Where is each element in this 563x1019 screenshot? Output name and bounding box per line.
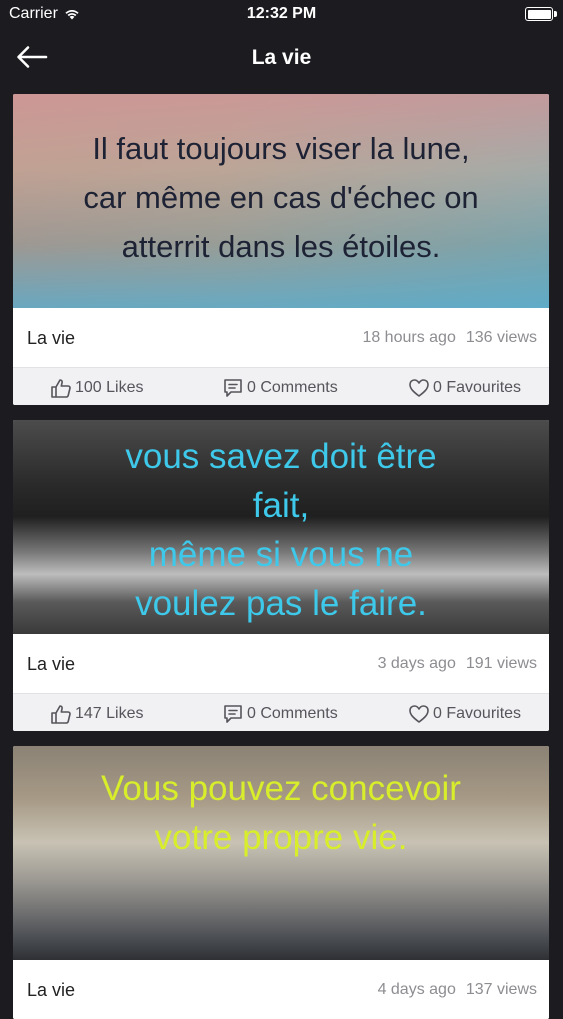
status-bar: Carrier 12:32 PM [0, 0, 563, 30]
favourites-count: 0 Favourites [433, 379, 522, 396]
views-count: 191 views [465, 655, 537, 672]
comments-count: 0 Comments [247, 379, 338, 396]
comment-icon [224, 705, 242, 723]
heart-icon [409, 379, 429, 397]
quote-card[interactable]: Vous pouvez concevoir votre propre vie. … [13, 746, 549, 1019]
battery-icon [525, 7, 557, 21]
card-meta: La vie 4 days ago 137 views [13, 960, 549, 1019]
comment-button[interactable]: 0 Comments [222, 703, 338, 725]
like-button[interactable]: 147 Likes [50, 703, 144, 725]
thumbs-up-icon [51, 705, 71, 724]
quote-card[interactable]: vous savez doit être fait, même si vous … [13, 420, 549, 731]
favourites-count: 0 Favourites [433, 705, 522, 722]
quote-image[interactable]: Il faut toujours viser la lune, car même… [13, 94, 549, 308]
card-actions: 100 Likes 0 Comments 0 Favourites [13, 367, 549, 405]
clock: 12:32 PM [246, 5, 317, 22]
quote-card[interactable]: Il faut toujours viser la lune, car même… [13, 94, 549, 405]
card-meta: La vie 18 hours ago 136 views [13, 308, 549, 367]
comment-button[interactable]: 0 Comments [222, 377, 338, 399]
heart-icon [409, 705, 429, 723]
likes-count: 147 Likes [75, 705, 144, 722]
quote-text: vous savez doit être fait, même si vous … [125, 437, 437, 623]
quote-image[interactable]: vous savez doit être fait, même si vous … [13, 420, 549, 634]
time-ago: 18 hours ago [362, 329, 456, 346]
post-stats: 18 hours ago 136 views [362, 329, 537, 347]
comments-count: 0 Comments [247, 705, 338, 722]
card-actions: 147 Likes 0 Comments 0 Favourites [13, 693, 549, 731]
quote-text: Il faut toujours viser la lune, car même… [83, 131, 479, 264]
page-title: La vie [251, 46, 312, 69]
time-ago: 3 days ago [377, 655, 456, 672]
favourite-button[interactable]: 0 Favourites [408, 377, 521, 399]
favourite-button[interactable]: 0 Favourites [408, 703, 521, 725]
category-label: La vie [27, 980, 76, 1000]
card-meta: La vie 3 days ago 191 views [13, 634, 549, 693]
time-ago: 4 days ago [377, 981, 456, 998]
likes-count: 100 Likes [75, 379, 144, 396]
post-stats: 3 days ago 191 views [378, 655, 537, 673]
category-label: La vie [27, 328, 76, 348]
comment-icon [224, 379, 242, 397]
like-button[interactable]: 100 Likes [50, 377, 144, 399]
thumbs-up-icon [51, 379, 71, 398]
views-count: 136 views [465, 329, 537, 346]
quote-image[interactable]: Vous pouvez concevoir votre propre vie. [13, 746, 549, 960]
quote-text: Vous pouvez concevoir votre propre vie. [101, 769, 461, 857]
nav-bar: La vie [0, 30, 563, 86]
category-label: La vie [27, 654, 76, 674]
post-stats: 4 days ago 137 views [378, 981, 537, 999]
views-count: 137 views [465, 981, 537, 998]
